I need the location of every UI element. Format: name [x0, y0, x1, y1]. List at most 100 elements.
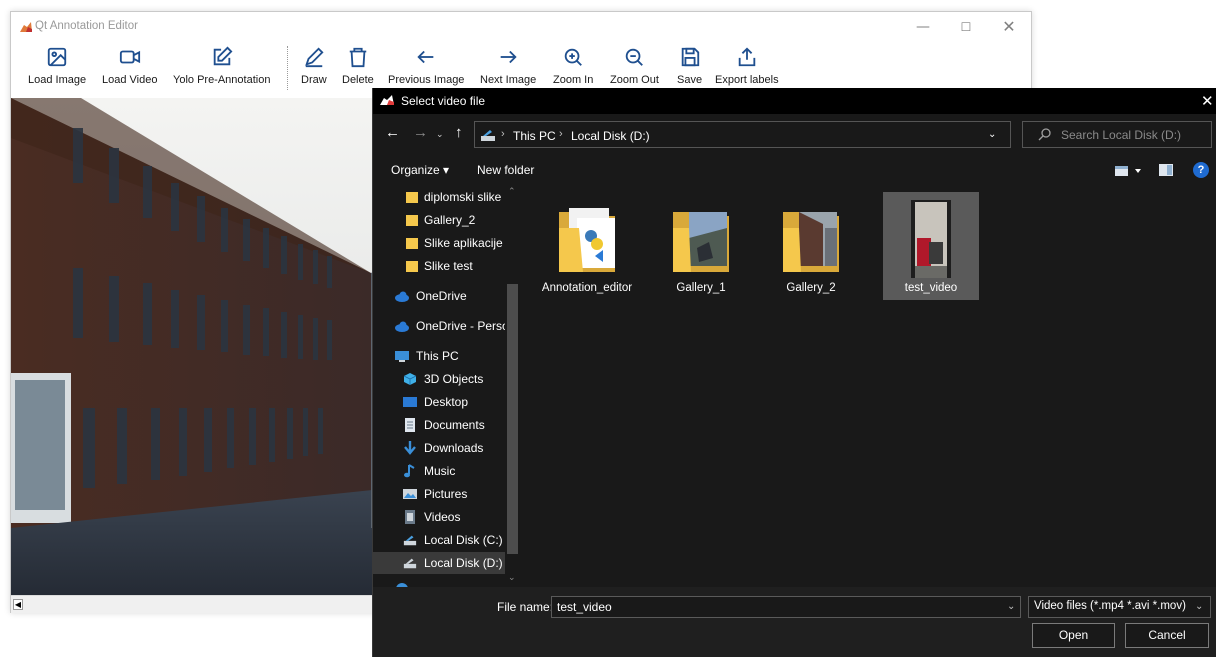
- scroll-left-icon[interactable]: ◀: [13, 599, 23, 610]
- yolo-pre-annotation-button[interactable]: Yolo Pre-Annotation: [173, 46, 270, 86]
- trash-icon: [349, 47, 367, 68]
- open-button[interactable]: Open: [1032, 623, 1115, 648]
- back-arrow-icon[interactable]: ←: [385, 124, 400, 141]
- save-button[interactable]: Save: [677, 46, 702, 86]
- window-title: Qt Annotation Editor: [35, 20, 138, 32]
- nav-item-local-disk-c[interactable]: Local Disk (C:): [373, 529, 505, 551]
- chevron-down-icon[interactable]: ⌄: [1007, 601, 1015, 612]
- nav-item-3d-objects[interactable]: 3D Objects: [373, 368, 505, 390]
- download-icon: [404, 441, 416, 455]
- toolbar: Load Image Load Video Yolo Pre-Annotatio…: [11, 42, 1031, 94]
- scroll-up-icon[interactable]: ⌃: [508, 186, 516, 197]
- nav-item-diplomski-slike[interactable]: diplomski slike: [373, 186, 505, 208]
- address-dropdown-icon[interactable]: ⌄: [988, 129, 996, 140]
- arrow-right-icon: [500, 50, 517, 64]
- delete-button[interactable]: Delete: [342, 46, 374, 86]
- nav-item-onedrive[interactable]: OneDrive: [373, 285, 505, 307]
- nav-item-label: diplomski slike: [424, 190, 502, 204]
- navigation-scrollbar[interactable]: ⌃ ⌄: [505, 184, 520, 587]
- image-canvas[interactable]: [11, 98, 391, 595]
- pencil-icon: [305, 47, 324, 68]
- horizontal-scrollbar[interactable]: ◀: [11, 595, 391, 613]
- nav-item-label: Slike test: [424, 259, 473, 273]
- file-label: Annotation_editor: [541, 282, 633, 294]
- breadcrumb-separator: ›: [559, 128, 563, 140]
- up-arrow-icon[interactable]: ↑: [455, 124, 463, 141]
- nav-item-local-disk-d[interactable]: Local Disk (D:): [373, 552, 505, 574]
- load-image-button[interactable]: Load Image: [28, 46, 86, 86]
- maximize-button[interactable]: ☐: [952, 16, 980, 38]
- nav-item-slike-test[interactable]: Slike test: [373, 255, 505, 277]
- draw-button[interactable]: Draw: [301, 46, 327, 86]
- folder-icon: [406, 192, 418, 203]
- cube-icon: [403, 373, 417, 385]
- save-label: Save: [677, 74, 703, 86]
- dialog-titlebar: Select video file ✕: [373, 88, 1216, 114]
- previous-image-button[interactable]: Previous Image: [388, 46, 464, 86]
- forward-arrow-icon[interactable]: →: [413, 124, 428, 141]
- file-item-gallery-1[interactable]: Gallery_1: [653, 192, 749, 300]
- nav-item-pictures[interactable]: Pictures: [373, 483, 505, 505]
- nav-item-label: Pictures: [424, 487, 468, 501]
- nav-item-onedrive-personal[interactable]: OneDrive - Persor: [373, 315, 513, 337]
- nav-item-videos[interactable]: Videos: [373, 506, 505, 528]
- nav-item-label: OneDrive: [416, 289, 467, 303]
- view-options-icon[interactable]: [1115, 164, 1145, 178]
- file-item-gallery-2[interactable]: Gallery_2: [763, 192, 859, 300]
- nav-item-label: 3D Objects: [424, 372, 484, 386]
- nav-item-label: This PC: [416, 349, 459, 363]
- nav-item-music[interactable]: Music: [373, 460, 505, 482]
- toolbar-separator: [287, 46, 288, 90]
- next-image-button[interactable]: Next Image: [480, 46, 536, 86]
- desktop-icon: [403, 397, 417, 407]
- nav-item-label: Documents: [424, 418, 485, 432]
- dialog-title: Select video file: [401, 94, 486, 108]
- zoom-in-icon: [564, 48, 583, 66]
- nav-item-documents[interactable]: Documents: [373, 414, 505, 436]
- scroll-down-icon[interactable]: ⌄: [508, 572, 516, 583]
- minimize-button[interactable]: —: [909, 16, 937, 38]
- organize-menu-button[interactable]: Organize ▾: [391, 163, 449, 177]
- pictures-icon: [403, 489, 417, 499]
- new-folder-button[interactable]: New folder: [477, 163, 534, 177]
- nav-item-downloads[interactable]: Downloads: [373, 437, 505, 459]
- file-item-annotation-editor[interactable]: Annotation_editor: [539, 192, 635, 300]
- previous-image-label: Previous Image: [388, 74, 465, 86]
- nav-item-network-partial[interactable]: [373, 578, 505, 587]
- cloud-icon: [395, 321, 409, 332]
- load-video-button[interactable]: Load Video: [102, 46, 157, 86]
- address-bar[interactable]: › This PC › Local Disk (D:) ⌄ ↻: [474, 121, 1100, 148]
- file-name-label: File name:: [497, 600, 554, 614]
- nav-item-label: Gallery_2: [424, 213, 476, 227]
- file-item-test-video[interactable]: test_video: [883, 192, 979, 300]
- scroll-thumb[interactable]: [507, 284, 518, 554]
- nav-item-desktop[interactable]: Desktop: [373, 391, 505, 413]
- chevron-down-icon[interactable]: ⌄: [1195, 601, 1203, 612]
- breadcrumb-local-disk-d[interactable]: Local Disk (D:): [571, 129, 650, 143]
- cancel-button[interactable]: Cancel: [1125, 623, 1209, 648]
- dialog-bottom-bar: File name: test_video ⌄ Video files (*.m…: [373, 587, 1216, 657]
- dialog-close-button[interactable]: ✕: [1201, 92, 1214, 110]
- breadcrumb-this-pc[interactable]: This PC: [513, 129, 556, 143]
- edit-square-icon: [213, 46, 233, 66]
- nav-item-gallery-2[interactable]: Gallery_2: [373, 209, 505, 231]
- nav-item-this-pc[interactable]: This PC: [373, 345, 505, 367]
- recent-locations-icon[interactable]: ⌄: [436, 129, 444, 140]
- help-icon[interactable]: ?: [1193, 162, 1209, 178]
- export-labels-button[interactable]: Export labels: [715, 46, 779, 86]
- nav-item-slike-aplikacije[interactable]: Slike aplikacije: [373, 232, 505, 254]
- nav-item-label: Desktop: [424, 395, 469, 409]
- file-type-filter-select[interactable]: Video files (*.mp4 *.avi *.mov) ⌄: [1028, 596, 1211, 618]
- zoom-out-button[interactable]: Zoom Out: [610, 46, 659, 86]
- export-labels-label: Export labels: [715, 74, 779, 86]
- folder-image-icon: [673, 212, 729, 272]
- file-name-input[interactable]: test_video ⌄: [551, 596, 1021, 618]
- video-icon: [405, 510, 415, 524]
- close-button[interactable]: ✕: [995, 16, 1023, 38]
- nav-item-label: Local Disk (C:): [424, 533, 503, 547]
- video-thumbnail-icon: [911, 200, 951, 278]
- search-input[interactable]: Search Local Disk (D:): [1022, 121, 1212, 148]
- zoom-in-button[interactable]: Zoom In: [553, 46, 593, 86]
- file-label: test_video: [904, 282, 958, 294]
- preview-pane-icon[interactable]: [1159, 164, 1173, 176]
